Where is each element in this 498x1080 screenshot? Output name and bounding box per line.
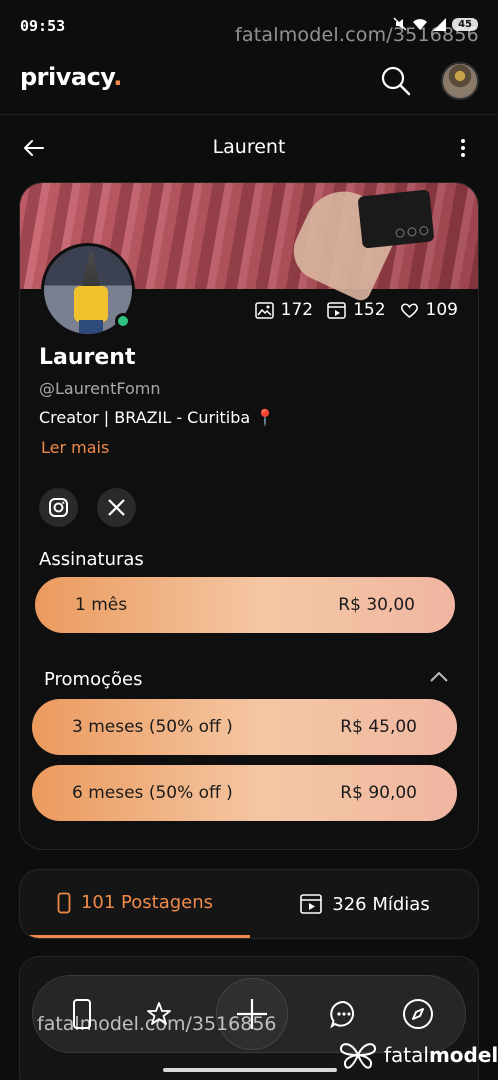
privacy-logo[interactable]: privacy. [20,63,122,91]
plan-price: R$ 30,00 [338,595,415,615]
page-title: Laurent [212,136,286,158]
app-bar: privacy. [0,55,498,115]
plan-label: 6 meses (50% off ) [72,783,233,803]
phone-icon [57,892,71,913]
brand-text-bold: model [428,1043,498,1067]
online-status-dot [115,313,131,329]
page-header: Laurent [0,128,498,168]
search-icon [381,66,411,96]
nav-explore-button[interactable] [399,994,437,1034]
tab-media[interactable]: 326 Mídias [250,870,478,938]
fatalmodel-badge: fatalmodel [338,1040,498,1070]
compass-icon [403,999,433,1029]
plan-label: 1 mês [75,595,128,615]
logo-text: privacy [20,63,114,91]
video-icon [300,894,323,914]
tab-posts[interactable]: 101 Postagens [20,870,250,938]
search-button[interactable] [380,65,412,97]
profile-name: Laurent [39,345,136,370]
logo-dot: . [113,63,122,91]
profile-bio: Creator | BRAZIL - Curitiba 📍 [39,408,276,427]
home-indicator[interactable] [163,1068,337,1072]
chevron-up-icon [430,671,448,682]
likes-count: 109 [400,300,458,320]
kebab-icon [461,139,465,157]
chat-icon [330,1000,355,1029]
butterfly-icon [339,1043,377,1069]
more-options-button[interactable] [455,136,471,160]
plan-price: R$ 45,00 [340,717,417,737]
content-tabs: 101 Postagens 326 Mídias [19,869,479,939]
collapse-promotions-button[interactable] [428,670,450,684]
x-logo-icon [108,499,125,516]
read-more-link[interactable]: Ler mais [41,438,109,457]
videos-count: 152 [327,300,386,320]
promotions-title: Promoções [44,669,143,690]
user-avatar[interactable] [441,62,479,100]
watermark-top: fatalmodel.com/3516856 [235,24,479,46]
subscriptions-title: Assinaturas [39,549,144,570]
plan-price: R$ 90,00 [340,783,417,803]
heart-icon [400,303,418,318]
promo-3-months[interactable]: 3 meses (50% off ) R$ 45,00 [32,699,457,755]
video-icon [327,301,346,319]
photos-count: 172 [254,300,313,320]
instagram-button[interactable] [39,488,78,527]
plan-1-month[interactable]: 1 mês R$ 30,00 [35,577,455,633]
x-button[interactable] [97,488,136,527]
status-time: 09:53 [20,17,66,35]
brand-text-light: fatal [384,1043,429,1067]
profile-stats: 172 152 109 [254,300,458,320]
image-icon [254,301,274,319]
watermark-bottom: fatalmodel.com/3516856 [37,1013,277,1035]
promo-6-months[interactable]: 6 meses (50% off ) R$ 90,00 [32,765,457,821]
banner-phone [357,189,435,249]
plan-label: 3 meses (50% off ) [72,717,233,737]
instagram-icon [49,498,68,517]
profile-handle: @LaurentFomn [39,379,161,398]
profile-card: 172 152 109 Laurent @LaurentFomn Creator… [19,182,479,850]
nav-messages-button[interactable] [325,994,363,1034]
